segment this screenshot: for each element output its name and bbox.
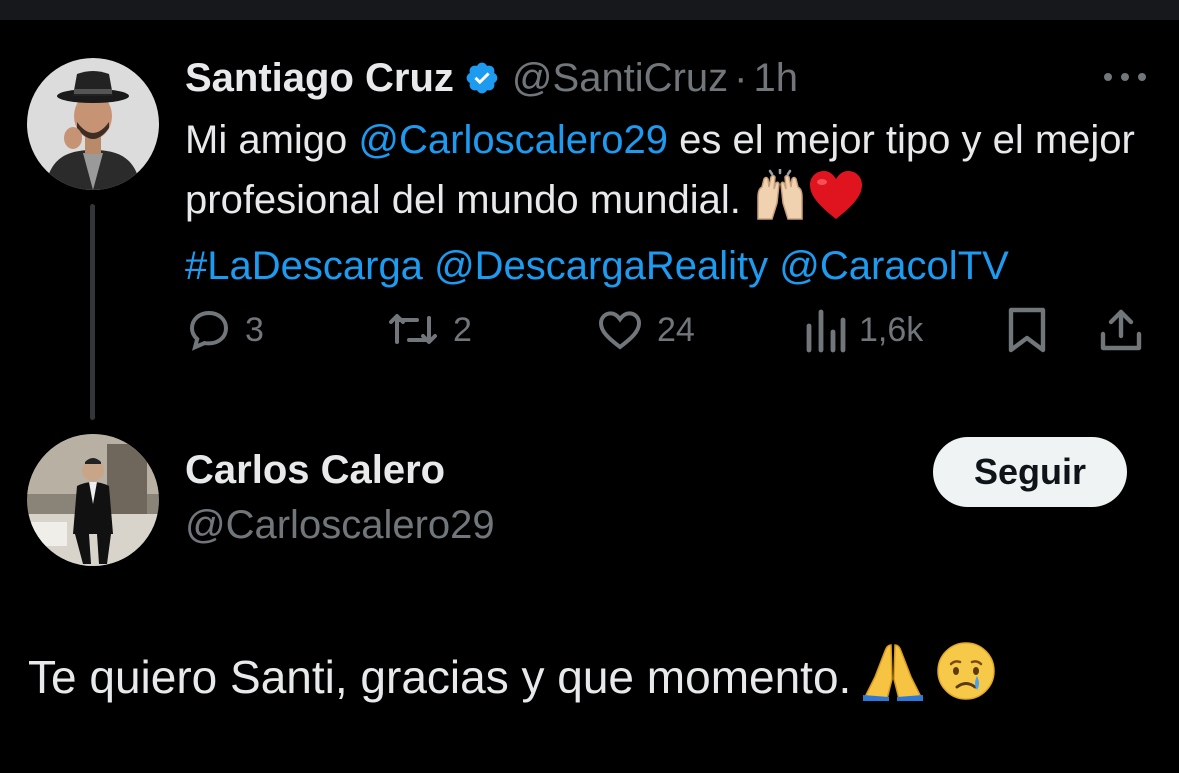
raising-hands-icon (752, 167, 808, 237)
folded-hands-icon (861, 641, 925, 712)
views-button[interactable]: 1,6k (803, 304, 923, 356)
mention-link[interactable]: @Carloscalero29 (358, 118, 668, 162)
author-handle[interactable]: @SantiCruz (512, 56, 728, 101)
timestamp[interactable]: 1h (753, 56, 798, 101)
crying-face-icon (935, 640, 997, 713)
reply-count: 3 (245, 310, 264, 349)
like-button[interactable]: 24 (595, 304, 695, 356)
reply-author-handle[interactable]: @Carloscalero29 (185, 503, 495, 548)
share-button[interactable] (1097, 304, 1145, 356)
avatar[interactable] (27, 434, 159, 566)
share-icon (1097, 306, 1145, 354)
follow-button[interactable]: Seguir (933, 437, 1127, 507)
tweet-text-part: Mi amigo (185, 118, 359, 162)
reply-icon (185, 306, 233, 354)
reply-author-name[interactable]: Carlos Calero (185, 448, 445, 493)
retweet-count: 2 (453, 310, 472, 349)
heart-icon (595, 306, 645, 354)
views-icon (803, 306, 847, 354)
author-name[interactable]: Santiago Cruz (185, 56, 454, 101)
top-bar (0, 0, 1179, 20)
separator-dot: · (734, 55, 748, 100)
tweet-header: Santiago Cruz @SantiCruz · 1h (185, 54, 798, 102)
avatar[interactable] (27, 58, 159, 190)
hashtag-link[interactable]: #LaDescarga (185, 244, 423, 288)
thread-line (90, 204, 95, 420)
more-options-icon[interactable] (1100, 62, 1150, 92)
verified-badge-icon (464, 60, 500, 96)
mention-link[interactable]: @DescargaReality (434, 244, 768, 288)
views-count: 1,6k (859, 310, 924, 349)
bookmark-icon (1005, 306, 1049, 354)
red-heart-icon (808, 169, 864, 237)
like-count: 24 (657, 310, 695, 349)
retweet-icon (385, 306, 441, 354)
reply-text: Te quiero Santi, gracias y que momento. (28, 640, 997, 713)
tweet-actions: 3 2 24 1,6k (185, 304, 1155, 356)
reply-text-content: Te quiero Santi, gracias y que momento. (28, 650, 852, 703)
retweet-button[interactable]: 2 (385, 304, 472, 356)
mention-link[interactable]: @CaracolTV (779, 244, 1009, 288)
bookmark-button[interactable] (1005, 304, 1049, 356)
tweet-text: Mi amigo @Carloscalero29 es el mejor tip… (185, 111, 1155, 295)
reply-button[interactable]: 3 (185, 304, 264, 356)
